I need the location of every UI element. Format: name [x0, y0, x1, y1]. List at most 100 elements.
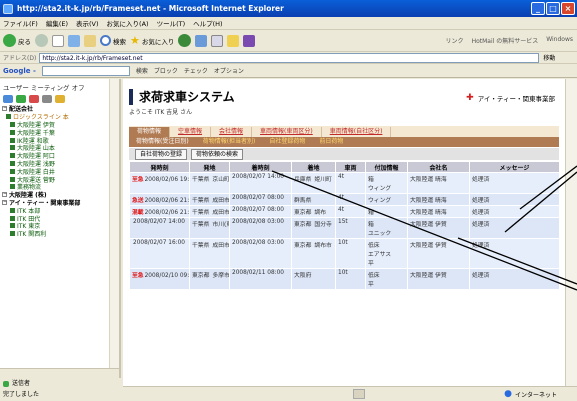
google-popup-block[interactable]: ブロック: [154, 66, 178, 75]
sender-item[interactable]: 送信者: [3, 378, 121, 389]
col-info[interactable]: 付加情報: [365, 161, 408, 173]
menu-view[interactable]: 表示(V): [76, 18, 99, 28]
google-check[interactable]: チェック: [184, 66, 208, 75]
google-search-button[interactable]: 検索: [136, 66, 148, 75]
menu-favorites[interactable]: お気に入り(A): [107, 18, 149, 28]
tree-item[interactable]: 大阪陸運 浅野: [2, 160, 119, 167]
tree-item[interactable]: − アイ・ティー・関東事業部: [2, 199, 119, 207]
tree-item[interactable]: ITK 東京: [2, 222, 119, 230]
table-cell: 4t: [335, 172, 366, 194]
user-icon[interactable]: [3, 95, 13, 103]
maximize-button[interactable]: □: [546, 2, 560, 15]
prefecture-text: 群馬県: [294, 198, 312, 204]
office-icon[interactable]: [29, 95, 39, 103]
google-search-input[interactable]: [41, 65, 130, 76]
col-arr-time[interactable]: 着時刻: [229, 161, 292, 173]
left-horizontal-scrollbar[interactable]: [0, 368, 119, 378]
tree-item[interactable]: 大阪陸運 伊賀: [2, 121, 119, 128]
company-logo: ✚ アイ・ティー・関東事業部: [466, 93, 555, 103]
address-input[interactable]: http://sta2.it-k.jp/rb/Frameset.net: [39, 52, 540, 63]
tree-item[interactable]: 業務物流: [2, 183, 119, 191]
tree-item-label: アイ・ティー・関東事業部: [9, 199, 81, 207]
tree-item[interactable]: − 配送会社: [2, 105, 119, 113]
favorites-button[interactable]: ★ お気に入り: [130, 34, 174, 47]
main-vertical-scrollbar[interactable]: [565, 79, 577, 386]
mail-icon[interactable]: [42, 95, 52, 103]
table-row[interactable]: 混載2008/02/06 21:00千葉県成田市2008/02/07 08:00…: [129, 205, 560, 218]
prefecture-text: 東京都: [294, 210, 312, 216]
table-cell: 千葉県 成田市: [189, 238, 230, 269]
mail-icon[interactable]: [211, 34, 224, 47]
tree-item[interactable]: ロジックスライン 本: [2, 113, 119, 121]
tree-item[interactable]: 大阪陸運 阿口: [2, 152, 119, 160]
register-cargo-button[interactable]: 自社荷物の登録: [135, 148, 188, 160]
settings-icon[interactable]: [55, 95, 65, 103]
table-row[interactable]: 至急2008/02/10 09:00東京都多摩市2008/02/11 08:00…: [129, 268, 560, 290]
hotmail-link[interactable]: HotMail の無料サービス: [472, 36, 539, 45]
col-dep-time[interactable]: 発時刻: [129, 161, 190, 173]
tab-company[interactable]: 会社情報: [211, 126, 253, 137]
folder-icon[interactable]: [227, 34, 240, 47]
back-button[interactable]: 戻る: [3, 34, 31, 47]
left-vertical-scrollbar[interactable]: [109, 79, 119, 368]
prefecture-text: 兵庫県: [294, 177, 312, 183]
tree-item[interactable]: ITK 田代: [2, 214, 119, 222]
tab-vehicle-own[interactable]: 車両情報(自社区分): [322, 126, 392, 137]
go-button[interactable]: 移動: [543, 53, 555, 62]
stop-icon[interactable]: [52, 34, 64, 47]
menu-tools[interactable]: ツール(T): [157, 18, 186, 28]
subtab-previous-day[interactable]: 前日荷物: [312, 137, 350, 147]
search-button[interactable]: 検索: [100, 35, 126, 46]
tree-item[interactable]: IK陸運 和歌: [2, 136, 119, 144]
home-icon[interactable]: [84, 34, 96, 47]
google-options[interactable]: オプション: [214, 66, 244, 75]
menu-file[interactable]: ファイル(F): [3, 18, 38, 28]
col-dep-place[interactable]: 発地: [189, 161, 230, 173]
tree-item[interactable]: − 大阪陸運 (株): [2, 191, 119, 199]
tab-cargo[interactable]: 荷物情報: [129, 126, 171, 137]
table-row[interactable]: 至急2008/02/06 19:30千葉県京山町2008/02/07 14:00…: [129, 172, 560, 194]
table-cell: 2008/02/08 03:00: [229, 217, 292, 239]
close-button[interactable]: ×: [561, 2, 575, 15]
tree-item[interactable]: 大阪陸運 千葉: [2, 128, 119, 136]
tab-empty-truck[interactable]: 空車情報: [170, 126, 212, 137]
table-row[interactable]: 急送2008/02/06 21:00千葉県成田市2008/02/07 08:00…: [129, 193, 560, 206]
table-cell: 箱 ウィング: [365, 172, 408, 194]
history-icon[interactable]: [195, 34, 208, 47]
tree-item[interactable]: ITK 関西利: [2, 230, 119, 238]
expand-icon[interactable]: −: [2, 106, 7, 112]
minimize-button[interactable]: _: [531, 2, 545, 15]
search-cargo-button[interactable]: 荷物依頼の検索: [191, 148, 244, 160]
browser-status-bar: ● インターネット: [123, 386, 577, 401]
col-message[interactable]: メッセージ: [469, 161, 560, 173]
col-arr-place[interactable]: 着地: [291, 161, 336, 173]
table-row[interactable]: 2008/02/07 14:00 千葉県市川(東)2008/02/08 03:00…: [129, 217, 560, 239]
google-logo[interactable]: Google -: [3, 67, 36, 75]
tree-item[interactable]: 大阪陸運 山本: [2, 144, 119, 152]
links-label: リンク: [445, 38, 464, 45]
refresh-icon[interactable]: [68, 34, 80, 47]
menu-help[interactable]: ヘルプ(H): [193, 18, 222, 28]
subtab-by-staff[interactable]: 荷物情報(担当者別): [196, 137, 263, 147]
windows-link[interactable]: Windows: [546, 36, 573, 45]
tree-item[interactable]: 大阪陸運 白井: [2, 167, 119, 175]
table-cell: 10t: [335, 238, 366, 269]
subtab-by-date[interactable]: 荷物情報(受注日別): [129, 137, 196, 147]
meeting-icon[interactable]: [16, 95, 26, 103]
subtab-own-cargo[interactable]: 自社登録荷物: [262, 137, 312, 147]
tab-vehicle-type[interactable]: 車両情報(車両区分): [252, 126, 322, 137]
table-row[interactable]: 2008/02/07 16:00 千葉県 成田市 2008/02/08 03:00 東京…: [129, 238, 560, 269]
col-vehicle[interactable]: 車両: [335, 161, 366, 173]
expand-icon[interactable]: −: [2, 199, 7, 205]
done-status: 完了しました: [3, 391, 40, 398]
messenger-icon[interactable]: [243, 34, 256, 47]
forward-arrow-icon[interactable]: [35, 34, 48, 47]
tree-item[interactable]: ITK 本部: [2, 206, 119, 214]
dep-time-text: 2008/02/06 21:00: [144, 210, 190, 216]
menu-edit[interactable]: 編集(E): [46, 18, 68, 28]
expand-icon[interactable]: −: [2, 192, 7, 198]
col-company[interactable]: 会社名: [407, 161, 470, 173]
table-cell: 兵庫県 姫川町: [291, 172, 336, 194]
media-icon[interactable]: [178, 34, 192, 47]
tree-item[interactable]: 大阪運送 菅野: [2, 175, 119, 183]
